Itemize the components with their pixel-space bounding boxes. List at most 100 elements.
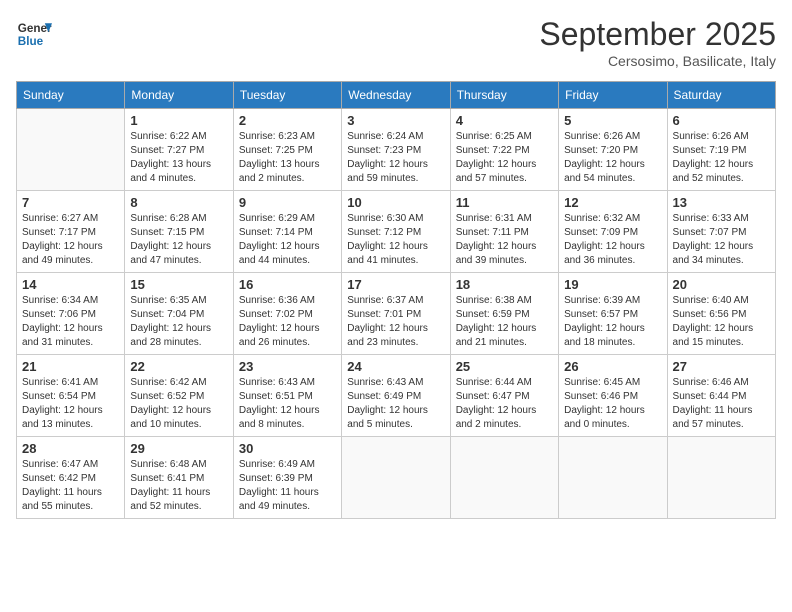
day-info: Sunrise: 6:48 AMSunset: 6:41 PMDaylight:… bbox=[130, 458, 227, 514]
day-info: Sunrise: 6:27 AMSunset: 7:17 PMDaylight:… bbox=[22, 212, 119, 268]
day-number: 6 bbox=[673, 113, 770, 128]
day-info: Sunrise: 6:24 AMSunset: 7:23 PMDaylight:… bbox=[347, 130, 444, 186]
day-number: 24 bbox=[347, 359, 444, 374]
day-info: Sunrise: 6:47 AMSunset: 6:42 PMDaylight:… bbox=[22, 458, 119, 514]
weekday-thursday: Thursday bbox=[450, 82, 558, 109]
day-info: Sunrise: 6:39 AMSunset: 6:57 PMDaylight:… bbox=[564, 294, 661, 350]
day-number: 3 bbox=[347, 113, 444, 128]
day-number: 14 bbox=[22, 277, 119, 292]
calendar-cell: 10Sunrise: 6:30 AMSunset: 7:12 PMDayligh… bbox=[342, 191, 450, 273]
day-number: 29 bbox=[130, 441, 227, 456]
day-info: Sunrise: 6:22 AMSunset: 7:27 PMDaylight:… bbox=[130, 130, 227, 186]
day-number: 12 bbox=[564, 195, 661, 210]
calendar-cell: 29 Sunrise: 6:48 AMSunset: 6:41 PMDayligh… bbox=[125, 437, 233, 519]
calendar-cell: 13Sunrise: 6:33 AMSunset: 7:07 PMDayligh… bbox=[667, 191, 775, 273]
day-info: Sunrise: 6:35 AMSunset: 7:04 PMDaylight:… bbox=[130, 294, 227, 350]
calendar-cell: 4Sunrise: 6:25 AMSunset: 7:22 PMDaylight… bbox=[450, 109, 558, 191]
calendar-cell: 23 Sunrise: 6:43 AMSunset: 6:51 PMDayligh… bbox=[233, 355, 341, 437]
day-number: 22 bbox=[130, 359, 227, 374]
weekday-header-row: SundayMondayTuesdayWednesdayThursdayFrid… bbox=[17, 82, 776, 109]
logo: General Blue bbox=[16, 16, 52, 52]
calendar-cell: 2 Sunrise: 6:23 AMSunset: 7:25 PMDaylight… bbox=[233, 109, 341, 191]
day-number: 13 bbox=[673, 195, 770, 210]
day-number: 27 bbox=[673, 359, 770, 374]
calendar-cell: 20 Sunrise: 6:40 AMSunset: 6:56 PMDayligh… bbox=[667, 273, 775, 355]
week-row-4: 21 Sunrise: 6:41 AMSunset: 6:54 PMDayligh… bbox=[17, 355, 776, 437]
day-number: 15 bbox=[130, 277, 227, 292]
calendar-cell: 1 Sunrise: 6:22 AMSunset: 7:27 PMDaylight… bbox=[125, 109, 233, 191]
day-number: 2 bbox=[239, 113, 336, 128]
calendar-cell: 30 Sunrise: 6:49 AMSunset: 6:39 PMDayligh… bbox=[233, 437, 341, 519]
day-number: 10 bbox=[347, 195, 444, 210]
day-number: 26 bbox=[564, 359, 661, 374]
calendar-cell: 12 Sunrise: 6:32 AMSunset: 7:09 PMDayligh… bbox=[559, 191, 667, 273]
day-info: Sunrise: 6:38 AMSunset: 6:59 PMDaylight:… bbox=[456, 294, 553, 350]
day-info: Sunrise: 6:41 AMSunset: 6:54 PMDaylight:… bbox=[22, 376, 119, 432]
page-header: General Blue September 2025 Cersosimo, B… bbox=[16, 16, 776, 69]
weekday-sunday: Sunday bbox=[17, 82, 125, 109]
day-info: Sunrise: 6:40 AMSunset: 6:56 PMDaylight:… bbox=[673, 294, 770, 350]
day-number: 28 bbox=[22, 441, 119, 456]
weekday-friday: Friday bbox=[559, 82, 667, 109]
day-info: Sunrise: 6:26 AMSunset: 7:20 PMDaylight:… bbox=[564, 130, 661, 186]
month-title: September 2025 bbox=[539, 16, 776, 53]
location-subtitle: Cersosimo, Basilicate, Italy bbox=[539, 53, 776, 69]
weekday-tuesday: Tuesday bbox=[233, 82, 341, 109]
calendar-cell: 15 Sunrise: 6:35 AMSunset: 7:04 PMDayligh… bbox=[125, 273, 233, 355]
day-number: 20 bbox=[673, 277, 770, 292]
calendar-cell: 18 Sunrise: 6:38 AMSunset: 6:59 PMDayligh… bbox=[450, 273, 558, 355]
day-number: 16 bbox=[239, 277, 336, 292]
logo-icon: General Blue bbox=[16, 16, 52, 52]
day-info: Sunrise: 6:32 AMSunset: 7:09 PMDaylight:… bbox=[564, 212, 661, 268]
calendar-cell bbox=[342, 437, 450, 519]
calendar-cell: 17Sunrise: 6:37 AMSunset: 7:01 PMDayligh… bbox=[342, 273, 450, 355]
calendar-cell: 22Sunrise: 6:42 AMSunset: 6:52 PMDayligh… bbox=[125, 355, 233, 437]
calendar-cell: 26 Sunrise: 6:45 AMSunset: 6:46 PMDayligh… bbox=[559, 355, 667, 437]
day-number: 25 bbox=[456, 359, 553, 374]
calendar-cell: 5 Sunrise: 6:26 AMSunset: 7:20 PMDaylight… bbox=[559, 109, 667, 191]
week-row-2: 7 Sunrise: 6:27 AMSunset: 7:17 PMDaylight… bbox=[17, 191, 776, 273]
calendar-cell: 16Sunrise: 6:36 AMSunset: 7:02 PMDayligh… bbox=[233, 273, 341, 355]
calendar-cell: 9 Sunrise: 6:29 AMSunset: 7:14 PMDaylight… bbox=[233, 191, 341, 273]
day-info: Sunrise: 6:45 AMSunset: 6:46 PMDaylight:… bbox=[564, 376, 661, 432]
day-number: 7 bbox=[22, 195, 119, 210]
day-number: 5 bbox=[564, 113, 661, 128]
day-number: 4 bbox=[456, 113, 553, 128]
day-info: Sunrise: 6:49 AMSunset: 6:39 PMDaylight:… bbox=[239, 458, 336, 514]
day-number: 18 bbox=[456, 277, 553, 292]
day-number: 8 bbox=[130, 195, 227, 210]
day-info: Sunrise: 6:43 AMSunset: 6:49 PMDaylight:… bbox=[347, 376, 444, 432]
day-number: 21 bbox=[22, 359, 119, 374]
calendar-cell bbox=[17, 109, 125, 191]
calendar-cell bbox=[559, 437, 667, 519]
day-info: Sunrise: 6:23 AMSunset: 7:25 PMDaylight:… bbox=[239, 130, 336, 186]
day-info: Sunrise: 6:28 AMSunset: 7:15 PMDaylight:… bbox=[130, 212, 227, 268]
day-number: 23 bbox=[239, 359, 336, 374]
day-info: Sunrise: 6:34 AMSunset: 7:06 PMDaylight:… bbox=[22, 294, 119, 350]
calendar-cell: 28 Sunrise: 6:47 AMSunset: 6:42 PMDayligh… bbox=[17, 437, 125, 519]
calendar-cell bbox=[450, 437, 558, 519]
day-number: 9 bbox=[239, 195, 336, 210]
calendar-cell: 21 Sunrise: 6:41 AMSunset: 6:54 PMDayligh… bbox=[17, 355, 125, 437]
calendar-cell: 7 Sunrise: 6:27 AMSunset: 7:17 PMDaylight… bbox=[17, 191, 125, 273]
day-info: Sunrise: 6:43 AMSunset: 6:51 PMDaylight:… bbox=[239, 376, 336, 432]
calendar-cell: 25 Sunrise: 6:44 AMSunset: 6:47 PMDayligh… bbox=[450, 355, 558, 437]
calendar-cell: 11Sunrise: 6:31 AMSunset: 7:11 PMDayligh… bbox=[450, 191, 558, 273]
day-number: 1 bbox=[130, 113, 227, 128]
day-info: Sunrise: 6:31 AMSunset: 7:11 PMDaylight:… bbox=[456, 212, 553, 268]
day-info: Sunrise: 6:29 AMSunset: 7:14 PMDaylight:… bbox=[239, 212, 336, 268]
calendar-table: SundayMondayTuesdayWednesdayThursdayFrid… bbox=[16, 81, 776, 519]
calendar-body: 1 Sunrise: 6:22 AMSunset: 7:27 PMDaylight… bbox=[17, 109, 776, 519]
svg-text:Blue: Blue bbox=[18, 35, 44, 48]
calendar-cell: 8 Sunrise: 6:28 AMSunset: 7:15 PMDaylight… bbox=[125, 191, 233, 273]
calendar-cell: 14 Sunrise: 6:34 AMSunset: 7:06 PMDayligh… bbox=[17, 273, 125, 355]
day-number: 19 bbox=[564, 277, 661, 292]
day-info: Sunrise: 6:44 AMSunset: 6:47 PMDaylight:… bbox=[456, 376, 553, 432]
day-info: Sunrise: 6:37 AMSunset: 7:01 PMDaylight:… bbox=[347, 294, 444, 350]
title-block: September 2025 Cersosimo, Basilicate, It… bbox=[539, 16, 776, 69]
day-number: 30 bbox=[239, 441, 336, 456]
week-row-3: 14 Sunrise: 6:34 AMSunset: 7:06 PMDayligh… bbox=[17, 273, 776, 355]
calendar-cell: 24 Sunrise: 6:43 AMSunset: 6:49 PMDayligh… bbox=[342, 355, 450, 437]
calendar-cell: 19 Sunrise: 6:39 AMSunset: 6:57 PMDayligh… bbox=[559, 273, 667, 355]
weekday-monday: Monday bbox=[125, 82, 233, 109]
